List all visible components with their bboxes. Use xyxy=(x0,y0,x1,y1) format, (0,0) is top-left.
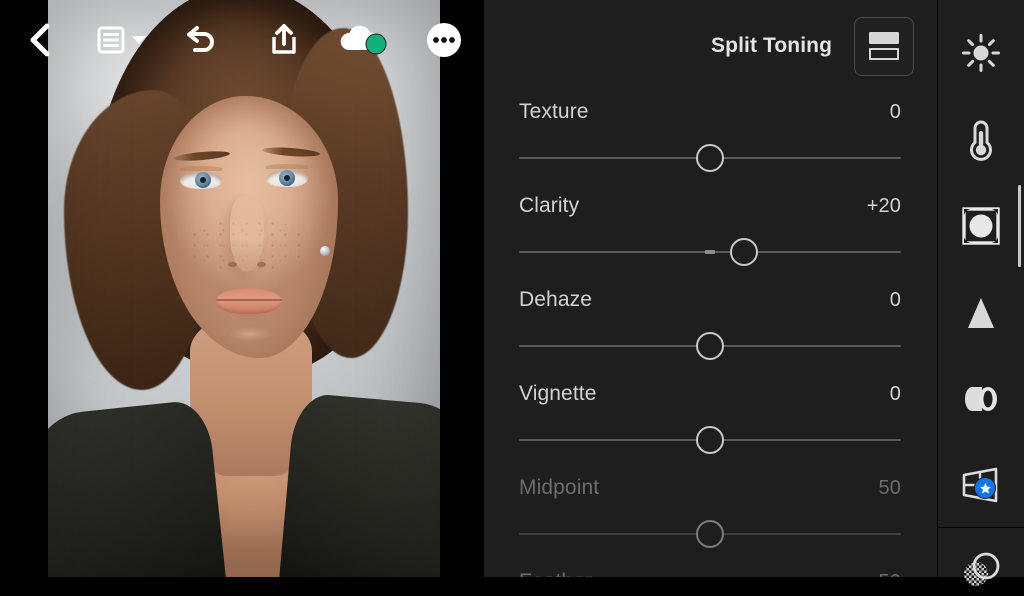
slider-value: 0 xyxy=(889,383,901,405)
sun-icon xyxy=(960,32,1002,74)
rail-scrollbar[interactable] xyxy=(1018,185,1021,267)
slider-thumb[interactable] xyxy=(696,144,724,172)
slider-value: 0 xyxy=(889,289,901,311)
premium-star-badge xyxy=(974,477,996,499)
nostril-right xyxy=(257,262,266,267)
cloud-sync-button[interactable] xyxy=(336,18,392,62)
undo-arrow-icon xyxy=(183,25,217,55)
slider-label: Midpoint xyxy=(519,476,600,499)
slider-header: Feather 50 xyxy=(519,570,901,577)
slider-value: +20 xyxy=(866,195,901,217)
list-lines-icon xyxy=(97,25,125,55)
panel-header: Split Toning xyxy=(484,0,937,92)
sidebar-item-detail[interactable] xyxy=(938,285,1024,341)
split-view-bottom-bar xyxy=(869,48,899,60)
slider-center-tick xyxy=(705,250,715,254)
split-view-top-bar xyxy=(869,32,899,44)
slider-header: Clarity +20 xyxy=(519,194,901,218)
chin-highlight xyxy=(220,326,278,346)
slider-value: 50 xyxy=(878,477,901,499)
presets-button[interactable] xyxy=(92,18,152,62)
slider-label: Clarity xyxy=(519,194,580,217)
slider-thumb[interactable] xyxy=(696,426,724,454)
cloud-icon xyxy=(336,23,392,57)
slider-control[interactable] xyxy=(519,332,901,360)
slider-row-midpoint[interactable]: Midpoint 50 xyxy=(484,468,937,562)
share-upload-icon xyxy=(268,23,300,57)
slider-list: Texture 0 Clarity +20 Dehaze 0 Vignette 0 Midpoi… xyxy=(484,92,937,577)
app-root: Split Toning Texture 0 Clarity +20 Dehaze 0 Vi… xyxy=(0,0,1024,586)
cloud-status-dot xyxy=(366,34,386,54)
slider-label: Feather xyxy=(519,570,592,577)
panel-title: Split Toning xyxy=(711,34,832,57)
slider-header: Midpoint 50 xyxy=(519,476,901,500)
more-dots-icon xyxy=(425,21,463,59)
slider-header: Texture 0 xyxy=(519,100,901,124)
photo-canvas[interactable] xyxy=(0,0,484,577)
slider-label: Dehaze xyxy=(519,288,592,311)
slider-row-texture[interactable]: Texture 0 xyxy=(484,92,937,186)
eyelid-right xyxy=(266,164,308,169)
slider-row-clarity[interactable]: Clarity +20 xyxy=(484,186,937,280)
slider-row-vignette[interactable]: Vignette 0 xyxy=(484,374,937,468)
nostril-left xyxy=(228,262,237,267)
lips xyxy=(216,288,282,314)
slider-control[interactable] xyxy=(519,426,901,454)
chevron-left-icon xyxy=(27,23,53,57)
share-button[interactable] xyxy=(262,18,306,62)
sidebar-item-healing[interactable] xyxy=(938,540,1024,596)
earring xyxy=(320,246,330,256)
rail-divider xyxy=(938,527,1024,528)
square-circle-icon xyxy=(961,206,1001,246)
sidebar-item-effects[interactable] xyxy=(938,198,1024,254)
slider-control[interactable] xyxy=(519,520,901,548)
slider-value: 0 xyxy=(889,101,901,123)
sidebar-item-optics[interactable] xyxy=(938,371,1024,427)
before-after-toggle[interactable] xyxy=(854,16,914,76)
jacket-right xyxy=(277,392,440,577)
chevron-down-icon xyxy=(130,33,148,47)
back-button[interactable] xyxy=(22,18,58,62)
slider-header: Vignette 0 xyxy=(519,382,901,406)
tool-rail xyxy=(937,0,1024,586)
slider-thumb[interactable] xyxy=(730,238,759,266)
slider-row-dehaze[interactable]: Dehaze 0 xyxy=(484,280,937,374)
perspective-grid-icon xyxy=(958,465,1004,505)
edit-panel: Split Toning Texture 0 Clarity +20 Dehaze 0 Vi… xyxy=(484,0,937,577)
slider-thumb[interactable] xyxy=(696,332,724,360)
more-options-button[interactable] xyxy=(422,18,466,62)
lip-line xyxy=(216,299,282,301)
slider-thumb[interactable] xyxy=(696,520,724,548)
slider-value: 50 xyxy=(879,571,901,577)
sidebar-item-light[interactable] xyxy=(938,25,1024,81)
nose xyxy=(230,196,264,272)
top-toolbar xyxy=(0,0,484,80)
slider-label: Texture xyxy=(519,100,589,123)
split-view-icon xyxy=(869,32,899,60)
sidebar-item-geometry[interactable] xyxy=(938,457,1024,513)
healing-brush-icon xyxy=(959,548,1003,588)
slider-control[interactable] xyxy=(519,238,901,266)
lens-icon xyxy=(958,379,1004,419)
undo-button[interactable] xyxy=(178,18,222,62)
thermometer-icon xyxy=(964,118,998,162)
portrait-photo[interactable] xyxy=(48,0,440,577)
slider-header: Dehaze 0 xyxy=(519,288,901,312)
sidebar-item-color[interactable] xyxy=(938,112,1024,168)
jacket-left xyxy=(48,398,228,577)
triangle-icon xyxy=(961,293,1001,333)
slider-label: Vignette xyxy=(519,382,597,405)
pupil-left xyxy=(200,177,206,183)
pupil-right xyxy=(284,175,290,181)
slider-row-feather[interactable]: Feather 50 xyxy=(484,562,937,577)
slider-control[interactable] xyxy=(519,144,901,172)
eyelid-left xyxy=(180,166,222,171)
